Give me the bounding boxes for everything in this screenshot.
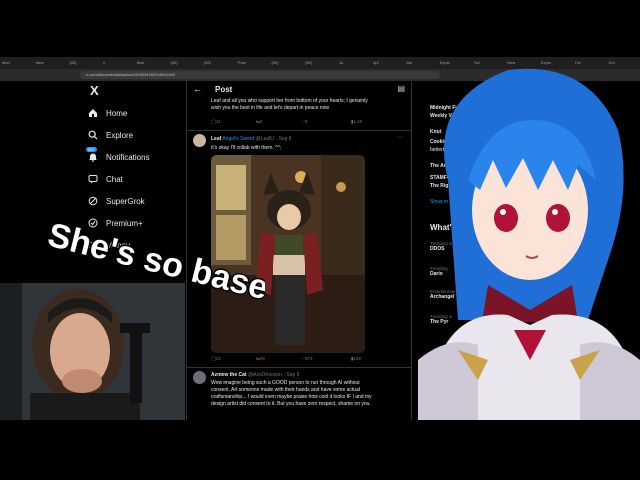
nav-notifications[interactable]: 20+ Notifications — [86, 147, 150, 166]
browser-tab[interactable]: (60) — [204, 59, 234, 67]
reply-count-value: 31 — [216, 119, 222, 124]
like-count-value: 973 — [305, 356, 313, 361]
view-count[interactable]: ▮ 15K — [351, 356, 362, 362]
browser-tab[interactable]: Ju — [339, 59, 369, 67]
nav-home[interactable]: Home — [88, 104, 127, 122]
x-logo[interactable]: X — [90, 83, 99, 98]
avatar[interactable] — [193, 371, 206, 384]
text-line: craftsmanship... I would even maybe prai… — [211, 394, 372, 400]
username: @LeafU — [255, 136, 275, 142]
browser-tab[interactable]: Upl — [373, 59, 403, 67]
reply-author[interactable]: Azmew the Cat @AzuOnoeson · Sep 8 — [211, 372, 299, 378]
nav-chat[interactable]: Chat — [88, 170, 123, 188]
like-count-value: 9 — [305, 119, 308, 124]
url-field[interactable]: x.com/Alsocelestial/status/1925534282248… — [80, 71, 440, 79]
nav-label: Explore — [106, 130, 134, 140]
like-count[interactable]: ♡ 9 — [301, 119, 308, 125]
repost-count[interactable]: ⇆ 2 — [256, 119, 263, 125]
repost-count-value: 2 — [259, 119, 263, 124]
browser-tab[interactable]: New — [36, 59, 66, 67]
search-icon — [88, 130, 98, 140]
browser-tab[interactable]: (60) — [69, 59, 99, 67]
like-count[interactable]: ♡ 973 — [301, 356, 313, 362]
notification-badge: 20+ — [86, 147, 97, 152]
text-line: wish you the best in life and let's depa… — [211, 105, 329, 111]
post-actions: ◯ 21 ⇆ 29 ♡ 973 ▮ 15K — [211, 356, 391, 364]
caption-overlay: She's so based — [40, 205, 294, 335]
view-count-value: 1.2K — [353, 119, 363, 124]
nav-label: Home — [106, 108, 128, 118]
nav-label: Chat — [106, 174, 123, 184]
caption-text: She's so based — [44, 216, 265, 312]
text-line: Wow imagine being such a GOOD person to … — [211, 380, 360, 386]
view-count-value: 15K — [353, 356, 362, 361]
nav-explore[interactable]: Explore — [88, 126, 133, 144]
divider — [187, 130, 411, 131]
post-author[interactable]: Leaf Angel's Sword @LeafU · Sep 8 — [211, 136, 292, 142]
reply-count[interactable]: ◯ 21 — [211, 356, 221, 362]
browser-tab[interactable]: x — [103, 59, 133, 67]
letterbox-bottom — [0, 420, 640, 480]
vtuber-character-image — [418, 68, 640, 420]
divider — [187, 367, 411, 368]
nav-label: Notifications — [106, 152, 150, 162]
avatar[interactable] — [193, 134, 206, 147]
browser-tab[interactable]: Post — [238, 59, 268, 67]
repost-count-value: 29 — [259, 356, 265, 361]
browser-tab[interactable]: Mod — [2, 59, 32, 67]
reply-count-value: 21 — [216, 356, 222, 361]
browser-tab[interactable]: Kick — [137, 59, 167, 67]
reply-text: Wow imagine being such a GOOD person to … — [211, 380, 407, 408]
text-line: consent. Art someone made with their han… — [211, 387, 360, 393]
more-options-icon[interactable]: ⋯ — [397, 134, 403, 141]
browser-tab[interactable]: (60) — [170, 59, 200, 67]
username: @AzuOnoeson — [247, 372, 282, 378]
chat-icon — [88, 175, 98, 184]
browser-tab[interactable]: (60) — [271, 59, 301, 67]
browser-tab[interactable]: (60) — [305, 59, 335, 67]
vtuber-avatar — [418, 60, 640, 420]
bell-icon: 20+ — [86, 147, 98, 162]
display-name: Azmew the Cat — [211, 372, 247, 378]
previous-post-actions: ◯ 31 ⇆ 2 ♡ 9 ▮ 1.2K — [211, 119, 391, 127]
handle-badge: Angel's Sword — [222, 136, 255, 142]
post-date: Sep 8 — [278, 136, 292, 142]
repost-count[interactable]: ⇆ 29 — [256, 356, 265, 362]
reply-count[interactable]: ◯ 31 — [211, 119, 221, 125]
reader-mode-icon[interactable]: ▤ — [397, 84, 405, 93]
view-count[interactable]: ▮ 1.2K — [351, 119, 363, 125]
post-header: ← Post ▤ — [187, 81, 411, 99]
post-date: Sep 8 — [286, 372, 300, 378]
back-arrow-icon[interactable]: ← — [193, 84, 202, 94]
text-line: Leaf and all you who support her from bo… — [211, 98, 368, 104]
page-title: Post — [215, 85, 233, 94]
text-line: design artist did consent to it. But you… — [211, 401, 371, 407]
previous-post-text: Leaf and all you who support her from bo… — [211, 98, 368, 112]
home-icon — [89, 109, 97, 117]
post-text: It's okay I'll collab with them. ^^; — [211, 145, 282, 151]
display-name: Leaf — [211, 136, 222, 142]
caption-svg: She's so based — [43, 214, 294, 313]
